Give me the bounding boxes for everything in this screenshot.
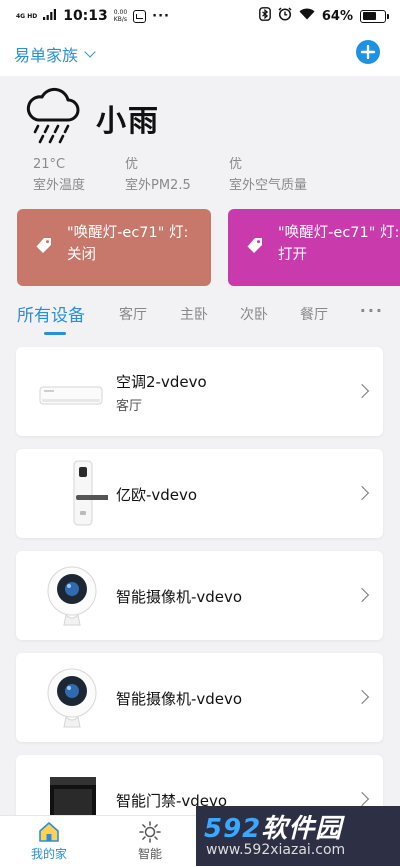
device-card[interactable]: 智能摄像机-vdevo <box>16 551 383 640</box>
stat-value: 21°C <box>33 157 66 172</box>
home-icon <box>19 819 79 845</box>
nav-smart[interactable]: 智能 <box>120 819 180 862</box>
device-name: 空调2-vdevo <box>116 373 207 391</box>
stat-value: 优 <box>125 157 139 172</box>
network-speed: 0.00 KB/s <box>114 9 127 23</box>
more-tabs-button[interactable]: ··· <box>360 301 384 320</box>
network-speed-unit: KB/s <box>113 16 127 23</box>
scene-line-1: "唤醒灯-ec71" 灯: <box>67 225 189 241</box>
chevron-right-icon <box>354 383 370 399</box>
scene-line-2: 打开 <box>278 247 307 263</box>
sun-icon <box>120 819 180 845</box>
watermark-number: 592 <box>204 814 262 844</box>
network-speed-value: 0.00 <box>113 9 128 16</box>
chevron-right-icon <box>354 587 370 603</box>
chevron-right-icon <box>354 485 370 501</box>
tab-living-room[interactable]: 客厅 <box>119 304 147 324</box>
tab-all-devices[interactable]: 所有设备 <box>17 301 85 326</box>
active-tab-indicator <box>44 332 66 335</box>
outdoor-air-quality: 优 室外空气质量 <box>229 154 307 196</box>
stat-label: 室外空气质量 <box>229 178 308 193</box>
network-indicator: 4G HD <box>16 12 38 20</box>
device-name: 智能摄像机-vdevo <box>116 690 243 708</box>
outdoor-temperature: 21°C 室外温度 <box>33 154 85 196</box>
bluetooth-icon <box>258 7 271 25</box>
scene-card-light-on[interactable]: "唤醒灯-ec71" 灯: 打开 <box>228 209 400 286</box>
cloud-rain-icon <box>24 86 80 148</box>
home-name: 易单家族 <box>14 46 79 65</box>
room-tabs: 所有设备 客厅 主卧 次卧 餐厅 ··· <box>0 298 400 338</box>
tab-second-bedroom[interactable]: 次卧 <box>240 304 268 324</box>
nav-label: 智能 <box>137 847 162 861</box>
scene-line-1: "唤醒灯-ec71" 灯: <box>278 225 400 241</box>
stat-label: 室外PM2.5 <box>125 178 191 193</box>
clock: 10:13 <box>63 8 108 24</box>
plus-icon <box>360 44 376 60</box>
chevron-right-icon <box>354 689 370 705</box>
stat-value: 优 <box>229 157 243 172</box>
home-selector[interactable]: 易单家族 <box>14 42 96 66</box>
add-device-button[interactable] <box>356 40 380 64</box>
watermark-name: 软件园 <box>261 814 343 844</box>
weather-condition: 小雨 <box>96 104 160 139</box>
outdoor-pm25: 优 室外PM2.5 <box>125 154 191 196</box>
scene-card-light-off[interactable]: "唤醒灯-ec71" 灯: 关闭 <box>17 209 211 286</box>
nav-my-home[interactable]: 我的家 <box>19 819 79 862</box>
stat-label: 室外温度 <box>33 178 86 193</box>
tab-master-bedroom[interactable]: 主卧 <box>180 304 208 324</box>
alarm-icon <box>278 7 292 25</box>
device-room: 客厅 <box>116 399 143 414</box>
device-card[interactable]: 空调2-vdevo 客厅 <box>16 347 383 436</box>
tab-dining-room[interactable]: 餐厅 <box>300 304 328 324</box>
camera-icon <box>36 663 108 733</box>
watermark-url: www.592xiazai.com <box>206 842 346 858</box>
battery-percent: 64% <box>321 8 353 24</box>
device-name: 智能摄像机-vdevo <box>116 588 243 606</box>
nav-label: 我的家 <box>30 847 67 861</box>
tag-icon <box>35 237 53 262</box>
air-conditioner-icon <box>36 357 108 427</box>
app-header: 易单家族 <box>0 32 400 76</box>
status-bar-right: 64% <box>258 7 389 25</box>
weather-panel: 小雨 21°C 室外温度 优 室外PM2.5 优 室外空气质量 <box>0 76 400 200</box>
status-bar: 4G HD 10:13 0.00 KB/s ··· 64% <box>0 0 400 32</box>
chevron-down-icon <box>84 46 96 58</box>
more-notifications: ··· <box>152 8 170 24</box>
battery-fill <box>362 12 376 20</box>
scene-line-2: 关闭 <box>67 247 96 263</box>
battery-icon <box>360 9 389 23</box>
watermark-logo: 592软件园 www.592xiazai.com <box>196 806 400 866</box>
watermark-title: 592软件园 <box>204 808 342 845</box>
wifi-icon <box>299 8 315 24</box>
device-card[interactable]: 亿欧-vdevo <box>16 449 383 538</box>
signal-icon <box>43 8 57 24</box>
notification-icon <box>133 9 147 23</box>
device-name: 亿欧-vdevo <box>116 486 198 504</box>
door-lock-icon <box>36 459 114 529</box>
chevron-right-icon <box>354 791 370 807</box>
camera-icon <box>36 561 108 631</box>
device-card[interactable]: 智能摄像机-vdevo <box>16 653 383 742</box>
tag-icon <box>246 237 264 262</box>
status-bar-left: 4G HD 10:13 0.00 KB/s ··· <box>16 8 170 24</box>
